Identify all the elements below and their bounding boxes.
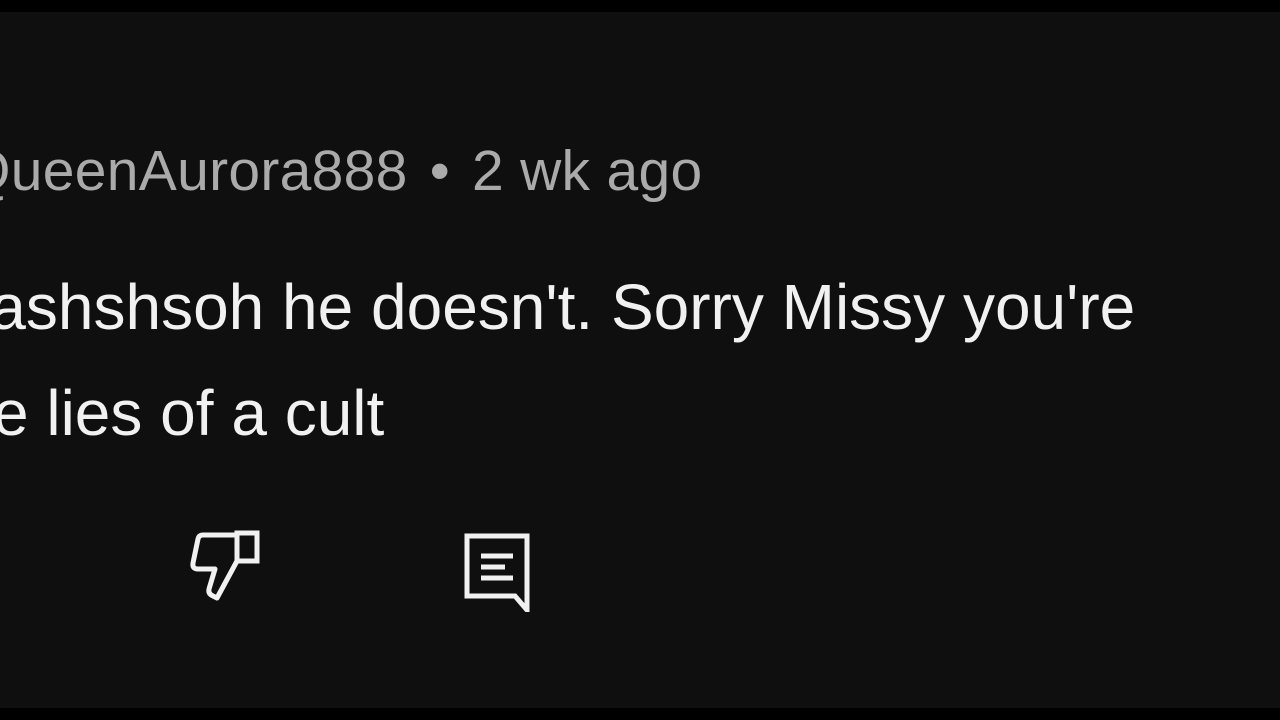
comment-text-line-2: in the lies of a cult: [0, 377, 385, 449]
comment-reply-icon: [464, 533, 530, 612]
dislike-button[interactable]: [175, 517, 275, 617]
meta-separator: •: [429, 139, 450, 203]
video-frame: @QueenAurora888 • 2 wk ago @mashshsoh he d…: [0, 12, 1280, 708]
thumbs-down-icon: [190, 530, 260, 601]
comment-body: @mashshsoh he doesn't. Sorry Missy you'r…: [0, 254, 1280, 466]
comment-text-line-1: @mashshsoh he doesn't. Sorry Missy you'r…: [0, 271, 1136, 343]
comment-author[interactable]: @QueenAurora888: [0, 139, 408, 203]
comment-actions: [0, 517, 1280, 627]
comment-card: @QueenAurora888 • 2 wk ago @mashshsoh he d…: [0, 12, 1280, 708]
reply-button[interactable]: [447, 517, 547, 617]
comment-header: @QueenAurora888 • 2 wk ago: [0, 136, 703, 206]
comment-timestamp: 2 wk ago: [471, 139, 703, 203]
